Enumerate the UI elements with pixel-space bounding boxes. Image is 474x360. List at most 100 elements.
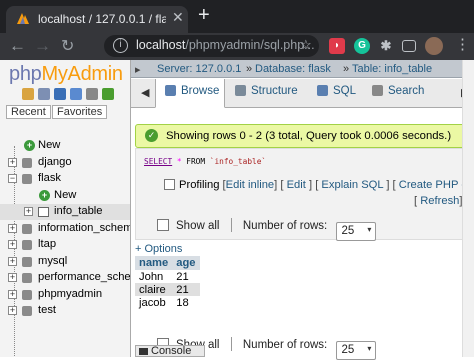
- tree-item-label: django: [38, 155, 72, 168]
- database-icon: [22, 273, 32, 283]
- table-row[interactable]: jacob 18: [135, 296, 200, 309]
- column-header-age[interactable]: age: [172, 256, 200, 270]
- pager-top: Show all Number of rows: 25 ▾: [157, 218, 377, 241]
- rows-per-page-select-bottom[interactable]: 25 ▾: [336, 341, 377, 360]
- expand-icon[interactable]: +: [8, 273, 17, 282]
- show-all-checkbox[interactable]: [157, 219, 169, 231]
- tab-sql[interactable]: SQL: [317, 79, 356, 108]
- tree-item-phpmyadmin[interactable]: + phpmyadmin: [0, 287, 130, 303]
- main-panel: ▸ Server: 127.0.0.1 » Database: flask » …: [131, 60, 474, 360]
- explain-sql-link[interactable]: Explain SQL: [321, 179, 383, 191]
- expand-icon[interactable]: +: [8, 157, 17, 167]
- expand-icon[interactable]: +: [8, 306, 17, 315]
- browser-toolbar: ← → ↻ i localhost/phpmyadmin/sql.php... …: [0, 33, 474, 60]
- options-toggle[interactable]: + Options: [135, 243, 182, 255]
- results-table: name age John 21 claire 21 jacob 18: [135, 256, 200, 309]
- scroll-tabs-left-icon[interactable]: ◀: [141, 86, 149, 99]
- close-tab-icon[interactable]: ✕: [172, 9, 184, 26]
- table-row[interactable]: John 21: [135, 270, 200, 283]
- column-header-name[interactable]: name: [135, 256, 173, 270]
- profiling-checkbox[interactable]: [164, 179, 175, 190]
- edit-link[interactable]: Edit: [287, 179, 306, 191]
- database-icon: [22, 157, 32, 168]
- expand-icon[interactable]: +: [8, 240, 17, 249]
- breadcrumb-server[interactable]: Server: 127.0.0.1: [157, 63, 241, 75]
- tab-icon[interactable]: [402, 40, 416, 52]
- tab-search[interactable]: Search: [372, 79, 424, 108]
- home-icon[interactable]: [22, 88, 34, 100]
- tree-item-New[interactable]: + New: [0, 138, 130, 154]
- recent-tab[interactable]: Recent: [6, 105, 51, 119]
- tree-item-test[interactable]: + test: [0, 303, 130, 319]
- structure-icon: [235, 85, 246, 96]
- menu-kebab-icon[interactable]: ⋮: [455, 35, 470, 53]
- success-message: ✓ Showing rows 0 - 2 (3 total, Query too…: [135, 124, 470, 148]
- forward-arrow-icon[interactable]: →: [34, 36, 51, 56]
- browser-tab[interactable]: localhost / 127.0.0.1 / flask / info ✕: [6, 6, 188, 33]
- tree-item-label: New: [38, 139, 61, 151]
- refresh-link-wrap: [ Refresh]: [414, 195, 463, 207]
- database-icon: [22, 306, 32, 316]
- bookmark-star-icon[interactable]: ☆: [300, 37, 312, 53]
- tree-item-New[interactable]: + New: [0, 188, 130, 204]
- expand-icon[interactable]: +: [24, 207, 33, 216]
- tree-item-mysql[interactable]: + mysql: [0, 254, 130, 270]
- rows-per-page-select[interactable]: 25 ▾: [336, 222, 377, 241]
- chevron-down-icon: ▾: [367, 344, 372, 353]
- new-tab-icon[interactable]: +: [198, 4, 210, 27]
- browser-tab-strip: localhost / 127.0.0.1 / flask / info ✕ +: [0, 0, 474, 33]
- database-icon: [22, 174, 32, 184]
- site-info-icon[interactable]: i: [113, 38, 128, 53]
- address-bar[interactable]: i localhost/phpmyadmin/sql.php... ☆: [104, 35, 319, 57]
- expand-icon[interactable]: +: [8, 289, 17, 299]
- chevron-down-icon: ▾: [367, 225, 372, 234]
- edit-inline-link[interactable]: Edit inline: [226, 179, 275, 191]
- console-icon: [139, 348, 148, 355]
- table-tabs: ◀ Browse Structure SQL Search ▶: [131, 79, 474, 108]
- tree-item-label: New: [54, 188, 77, 201]
- search-icon: [372, 85, 383, 96]
- sidebar-icon-bar: [22, 88, 115, 102]
- database-icon: [22, 240, 32, 250]
- sql-docs-icon[interactable]: [70, 88, 83, 100]
- phpmyadmin-logo[interactable]: phpMyAdmin: [9, 63, 123, 86]
- database-icon: [22, 256, 32, 267]
- reload-nav-icon[interactable]: [102, 88, 115, 100]
- extensions-icon[interactable]: ✱: [378, 38, 394, 54]
- tree-item-label: info_table: [54, 205, 103, 217]
- pocket-icon[interactable]: ◗: [329, 38, 345, 54]
- reload-icon[interactable]: ↻: [61, 36, 74, 56]
- grammarly-icon[interactable]: G: [354, 38, 370, 54]
- expand-icon[interactable]: +: [8, 223, 17, 233]
- tree-item-label: performance_schema: [38, 271, 131, 283]
- tree-item-flask[interactable]: − flask: [0, 171, 130, 187]
- tree-item-info-table[interactable]: + info_table: [0, 204, 130, 220]
- docs-icon[interactable]: [54, 88, 67, 100]
- collapse-icon[interactable]: −: [8, 174, 17, 183]
- expand-icon[interactable]: +: [8, 256, 17, 266]
- breadcrumb-table[interactable]: Table: info_table: [352, 63, 432, 75]
- back-arrow-icon[interactable]: ←: [9, 36, 26, 56]
- tab-structure[interactable]: Structure: [231, 79, 298, 108]
- profile-avatar[interactable]: [425, 37, 443, 55]
- sql-icon: [317, 85, 328, 96]
- tree-item-label: test: [38, 304, 57, 316]
- tree-item-performance-schema[interactable]: + performance_schema: [0, 270, 131, 286]
- database-icon: [22, 223, 32, 234]
- tab-browse[interactable]: Browse: [155, 79, 225, 108]
- settings-icon[interactable]: [86, 88, 99, 100]
- tree-item-ltap[interactable]: + ltap: [0, 237, 130, 253]
- refresh-link[interactable]: Refresh: [420, 195, 459, 207]
- console-toggle[interactable]: Console: [135, 345, 205, 357]
- breadcrumb-arrow-icon: ▸: [135, 64, 141, 76]
- table-icon: [38, 207, 49, 217]
- new-icon: +: [24, 140, 35, 151]
- tree-item-information-schema[interactable]: + information_schema: [0, 221, 130, 237]
- main-scrollbar[interactable]: [462, 60, 474, 357]
- breadcrumb-database[interactable]: Database: flask: [255, 63, 331, 75]
- tree-item-label: flask: [38, 172, 62, 184]
- table-row[interactable]: claire 21: [135, 283, 200, 296]
- favorites-tab[interactable]: Favorites: [52, 105, 108, 119]
- tree-item-django[interactable]: + django: [0, 155, 130, 171]
- logout-icon[interactable]: [38, 88, 51, 100]
